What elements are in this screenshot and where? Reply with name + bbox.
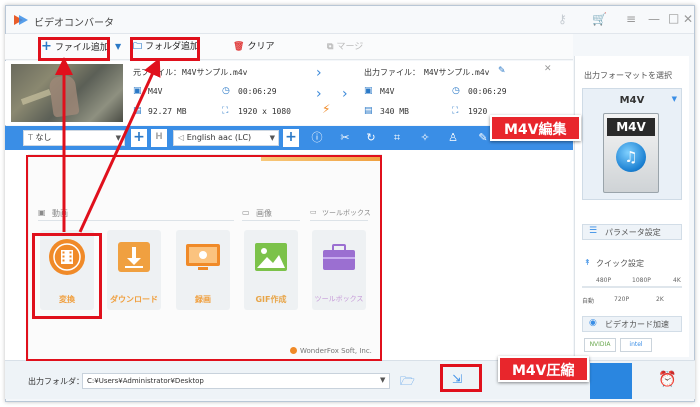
music-note-icon: ♫: [616, 142, 646, 172]
format-icon: ▣: [364, 86, 373, 96]
audio-select[interactable]: ◁ English aac (LC) ▼: [173, 130, 279, 146]
source-label: 元ファイル：: [133, 68, 181, 77]
quick-settings-label: クイック設定: [596, 259, 644, 268]
annotation-compress-label: M4V圧縮: [498, 356, 589, 382]
lightning-icon: ⚡: [322, 102, 331, 116]
output-size: 340 MB: [380, 107, 409, 116]
source-format: M4V: [148, 87, 163, 96]
subtitle-select[interactable]: T なし ▼: [23, 130, 125, 146]
add-subtitle-button[interactable]: +: [131, 129, 147, 147]
effects-icon[interactable]: ✧: [417, 130, 433, 146]
quality-2k: 2K: [656, 296, 664, 303]
key-icon[interactable]: ⚷: [558, 12, 567, 26]
filesize-icon: ▤: [133, 106, 142, 116]
close-icon[interactable]: ✕: [683, 12, 693, 26]
annotation-edit-label: M4V編集: [490, 115, 581, 141]
output-format-selector[interactable]: M4V ▼ M4V ♫: [582, 88, 682, 200]
scissors-icon[interactable]: ✂: [337, 130, 353, 146]
quality-4k: 4K: [673, 277, 681, 284]
quality-1080p: 1080P: [632, 277, 651, 284]
source-filename: M4Vサンプル.m4v: [182, 68, 248, 77]
source-duration: 00:06:29: [238, 87, 277, 96]
window-title: ビデオコンバータ: [34, 18, 114, 29]
video-thumbnail[interactable]: [11, 64, 123, 122]
quality-auto: 自動: [582, 298, 595, 305]
annotation-add-folder-box: [130, 37, 200, 61]
chevron-down-icon[interactable]: ▼: [380, 376, 385, 384]
output-duration: 00:06:29: [468, 87, 507, 96]
sliders-icon: ☰: [589, 226, 598, 236]
alarm-clock-icon[interactable]: ⏰: [658, 370, 677, 388]
merge-icon: ⧉: [327, 42, 334, 52]
filesize-icon: ▤: [364, 106, 373, 116]
text-icon: T: [28, 133, 33, 142]
open-folder-icon[interactable]: 🗁: [400, 372, 415, 393]
chevron-right-icon: ›: [316, 65, 322, 81]
maximize-icon[interactable]: □: [668, 11, 679, 25]
gpu-acceleration-toggle[interactable]: ◉ ビデオカード加速: [582, 316, 682, 332]
output-folder-input[interactable]: C:¥Users¥Administrator¥Desktop: [82, 373, 390, 389]
remove-file-icon[interactable]: ✕: [544, 64, 552, 74]
nvidia-badge: NVIDIA: [584, 338, 616, 352]
output-filename: M4Vサンプル.m4v: [424, 68, 490, 77]
annotation-menu-box: [26, 155, 382, 361]
clear-button[interactable]: 🗑 クリア: [233, 38, 274, 56]
source-size: 92.27 MB: [148, 107, 187, 116]
quality-720p: 720P: [614, 296, 630, 303]
annotation-compress-box: [440, 364, 482, 392]
output-format: M4V: [380, 87, 395, 96]
trash-icon: 🗑: [233, 42, 245, 52]
app-logo-icon: [14, 15, 28, 25]
run-button[interactable]: [590, 363, 632, 399]
output-resolution: 1920: [468, 107, 488, 116]
subtitle-settings-icon[interactable]: H: [151, 129, 167, 147]
quality-slider[interactable]: [582, 286, 682, 288]
menu-icon[interactable]: ≡: [626, 12, 636, 26]
format-icon: ▣: [133, 86, 142, 96]
watermark-icon[interactable]: ♙: [445, 130, 461, 146]
selected-format: M4V: [619, 95, 645, 106]
pencil-icon[interactable]: ✎: [498, 66, 506, 76]
chevron-down-icon: ▼: [115, 134, 121, 142]
resolution-icon: ⛶: [222, 106, 229, 116]
gpu-icon: ◉: [589, 318, 597, 328]
chevron-right-icon: ›: [316, 86, 322, 102]
quick-settings-icon: ↟: [584, 258, 591, 267]
intel-badge: intel: [620, 338, 652, 352]
clock-icon: ◷: [222, 86, 230, 96]
output-format-title: 出力フォーマットを選択: [584, 71, 672, 80]
output-folder-label: 出力フォルダ：: [28, 377, 84, 386]
merge-button[interactable]: ⧉ マージ: [327, 38, 363, 56]
minimize-icon[interactable]: —: [648, 12, 660, 26]
clock-icon: ◷: [452, 86, 460, 96]
add-audio-button[interactable]: +: [283, 129, 299, 147]
add-file-dropdown-icon[interactable]: ▼: [115, 38, 121, 56]
crop-icon[interactable]: ⌗: [389, 130, 405, 146]
edit-bar: T なし ▼ + H ◁ English aac (LC) ▼ + ⓘ ✂ ↻ …: [5, 126, 573, 150]
rotate-icon[interactable]: ↻: [363, 130, 379, 146]
parameter-settings-button[interactable]: ☰ パラメータ設定: [582, 224, 682, 240]
info-icon[interactable]: ⓘ: [309, 130, 325, 146]
cart-icon[interactable]: 🛒: [592, 12, 607, 26]
resolution-icon: ⛶: [452, 106, 459, 116]
m4v-file-icon: M4V ♫: [603, 113, 659, 193]
quality-480p: 480P: [596, 277, 612, 284]
chevron-right-icon: ›: [342, 86, 348, 102]
chevron-down-icon: ▼: [269, 134, 275, 142]
output-label: 出力ファイル：: [364, 68, 420, 77]
annotation-add-file-box: [38, 37, 110, 61]
edit-pen-icon[interactable]: ✎: [475, 130, 491, 146]
titlebar: ビデオコンバータ ⚷ 🛒 ≡ — □ ✕: [6, 6, 694, 34]
chevron-down-icon: ▼: [671, 95, 677, 103]
source-resolution: 1920 x 1080: [238, 107, 291, 116]
speaker-icon: ◁: [178, 133, 185, 142]
